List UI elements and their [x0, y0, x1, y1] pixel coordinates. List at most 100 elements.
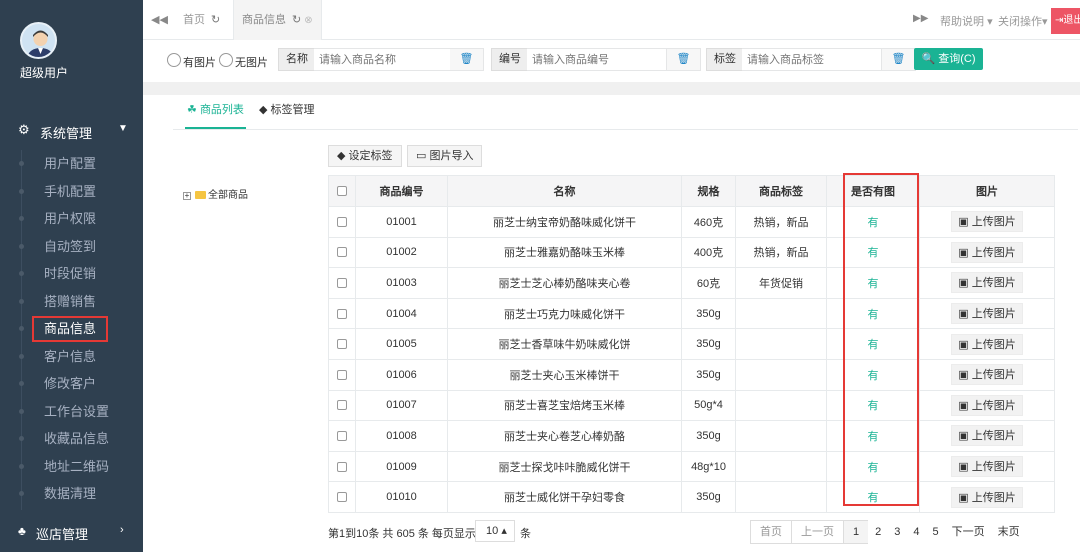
row-checkbox[interactable]: [328, 450, 356, 483]
refresh-icon[interactable]: ↻: [292, 14, 301, 26]
column-header[interactable]: 规格: [681, 175, 736, 207]
upload-pic-button[interactable]: ▣ 上传图片: [951, 456, 1023, 478]
page-next[interactable]: 下一页: [944, 520, 992, 544]
upload-pic-button[interactable]: ▣ 上传图片: [951, 425, 1023, 447]
page-first[interactable]: 首页: [750, 520, 792, 544]
set-tag-button[interactable]: ◆ 设定标签: [328, 145, 402, 167]
sidebar-item-edit-customer[interactable]: 修改客户: [0, 370, 143, 398]
logout-button[interactable]: ⇥退出: [1051, 8, 1080, 34]
sidebar-item-bundle-sales[interactable]: 搭赠销售: [0, 288, 143, 316]
code-input[interactable]: [527, 48, 667, 71]
sidebar-item-data-cleanup[interactable]: 数据清理: [0, 480, 143, 508]
menu-system-management[interactable]: ⚙ 系统管理 ▼: [0, 118, 143, 144]
page-3[interactable]: 3: [887, 520, 908, 544]
upload-pic-button[interactable]: ▣ 上传图片: [951, 394, 1023, 416]
table-row[interactable]: 01005 丽芝士香草味牛奶味威化饼 350g 有 ▣ 上传图片: [328, 328, 1055, 360]
row-checkbox[interactable]: [328, 481, 356, 513]
row-checkbox[interactable]: [328, 206, 356, 238]
tab-goods-info[interactable]: 商品信息 ↻ ⊗: [233, 0, 322, 40]
column-header[interactable]: 图片: [919, 175, 1055, 207]
column-header[interactable]: 商品编号: [355, 175, 448, 207]
sidebar-item-phone-config[interactable]: 手机配置: [0, 178, 143, 206]
menu-shop-patrol[interactable]: ♣ 巡店管理 ›: [0, 520, 143, 546]
sidebar-item-label: 手机配置: [44, 183, 97, 199]
radio-with-pic[interactable]: [167, 53, 181, 67]
cell-tag: 年货促销: [735, 267, 827, 299]
row-checkbox[interactable]: [328, 297, 356, 330]
cell-has-pic: 有: [826, 236, 920, 269]
query-button[interactable]: 🔍 查询(C): [914, 48, 983, 70]
sidebar-item-time-promo[interactable]: 时段促销: [0, 260, 143, 288]
column-header[interactable]: 商品标签: [735, 175, 827, 207]
row-checkbox[interactable]: [328, 328, 356, 360]
name-label: 名称: [278, 48, 316, 71]
sidebar-item-workbench-settings[interactable]: 工作台设置: [0, 398, 143, 426]
page-5[interactable]: 5: [925, 520, 946, 544]
trash-icon[interactable]: 🗑: [882, 48, 916, 71]
tab-goods-list[interactable]: ☘ 商品列表: [185, 101, 246, 129]
row-checkbox[interactable]: [328, 267, 356, 299]
name-input[interactable]: [314, 48, 454, 71]
radio-without-pic[interactable]: [219, 53, 233, 67]
row-checkbox[interactable]: [328, 389, 356, 422]
table-row[interactable]: 01002 丽芝士雅嘉奶酪味玉米棒 400克 热销，新品有 ▣ 上传图片: [328, 236, 1055, 269]
table-row[interactable]: 01004 丽芝士巧克力味威化饼干 350g 有 ▣ 上传图片: [328, 297, 1055, 330]
cell-tag: [735, 389, 827, 422]
column-header[interactable]: 名称: [447, 175, 682, 207]
tab-home[interactable]: 首页 ↻: [175, 0, 228, 40]
double-left-arrow-icon[interactable]: ◀◀: [151, 13, 168, 26]
upload-pic-button[interactable]: ▣ 上传图片: [951, 486, 1023, 508]
tag-input[interactable]: [742, 48, 882, 71]
cell-tag: 热销，新品: [735, 206, 827, 238]
help-dropdown[interactable]: 帮助说明 ▾: [940, 13, 993, 29]
sidebar-item-collection-info[interactable]: 收藏品信息: [0, 425, 143, 453]
double-right-arrow-icon[interactable]: ▶▶: [913, 13, 928, 24]
row-checkbox[interactable]: [328, 420, 356, 452]
page-size-select[interactable]: 10 ▴: [475, 520, 515, 542]
select-all-checkbox[interactable]: [328, 175, 356, 207]
tree-root-label[interactable]: 全部商品: [208, 190, 248, 201]
sidebar-item-goods-info[interactable]: 商品信息: [0, 315, 143, 343]
import-pic-button[interactable]: ▭ 图片导入: [407, 145, 483, 167]
column-header[interactable]: 是否有图: [826, 175, 920, 207]
tab-tag-management[interactable]: ◆ 标签管理: [259, 101, 315, 117]
upload-pic-button[interactable]: ▣ 上传图片: [951, 241, 1023, 263]
sidebar-item-address-qrcode[interactable]: 地址二维码: [0, 453, 143, 481]
upload-pic-button[interactable]: ▣ 上传图片: [951, 364, 1023, 386]
sidebar-item-customer-info[interactable]: 客户信息: [0, 343, 143, 371]
sidebar-item-user-permission[interactable]: 用户权限: [0, 205, 143, 233]
cell-name: 丽芝士夹心卷芝心棒奶酪: [447, 420, 682, 452]
refresh-icon[interactable]: ↻: [211, 14, 220, 26]
radio-label: 无图片: [235, 57, 268, 69]
cell-spec: 350g: [681, 481, 736, 513]
trash-icon[interactable]: 🗑: [450, 48, 484, 71]
row-checkbox[interactable]: [328, 236, 356, 269]
caret-down-icon: ▾: [1042, 16, 1048, 28]
table-row[interactable]: 01003 丽芝士芝心棒奶酪味夹心卷 60克 年货促销有 ▣ 上传图片: [328, 267, 1055, 299]
expand-icon[interactable]: +: [183, 192, 191, 200]
table-row[interactable]: 01009 丽芝士探戈咔咔脆威化饼干 48g*10 有 ▣ 上传图片: [328, 450, 1055, 483]
sidebar-item-label: 时段促销: [44, 266, 97, 281]
table-row[interactable]: 01001 丽芝士纳宝帝奶酪味威化饼干 460克 热销，新品有 ▣ 上传图片: [328, 206, 1055, 238]
sidebar-item-user-config[interactable]: 用户配置: [0, 150, 143, 178]
avatar[interactable]: [20, 22, 57, 59]
trash-icon[interactable]: 🗑: [667, 48, 701, 71]
table-row[interactable]: 01006 丽芝士夹心玉米棒饼干 350g 有 ▣ 上传图片: [328, 358, 1055, 391]
table-row[interactable]: 01010 丽芝士威化饼干孕妇零食 350g 有 ▣ 上传图片: [328, 481, 1055, 513]
page-2[interactable]: 2: [868, 520, 889, 544]
upload-pic-button[interactable]: ▣ 上传图片: [951, 272, 1023, 294]
row-checkbox[interactable]: [328, 358, 356, 391]
upload-pic-button[interactable]: ▣ 上传图片: [951, 211, 1023, 233]
close-icon[interactable]: ⊗: [304, 15, 312, 26]
page-prev[interactable]: 上一页: [791, 520, 844, 544]
table-row[interactable]: 01007 丽芝士喜芝宝焙烤玉米棒 50g*4 有 ▣ 上传图片: [328, 389, 1055, 422]
upload-label: 上传图片: [971, 216, 1016, 229]
upload-pic-button[interactable]: ▣ 上传图片: [951, 303, 1023, 325]
table-row[interactable]: 01008 丽芝士夹心卷芝心棒奶酪 350g 有 ▣ 上传图片: [328, 420, 1055, 452]
close-ops-dropdown[interactable]: 关闭操作▾: [998, 13, 1048, 29]
page-4[interactable]: 4: [906, 520, 927, 544]
page-last[interactable]: 末页: [990, 520, 1027, 544]
sidebar-item-auto-checkin[interactable]: 自动签到: [0, 233, 143, 261]
page-1[interactable]: 1: [843, 520, 870, 544]
upload-pic-button[interactable]: ▣ 上传图片: [951, 333, 1023, 355]
